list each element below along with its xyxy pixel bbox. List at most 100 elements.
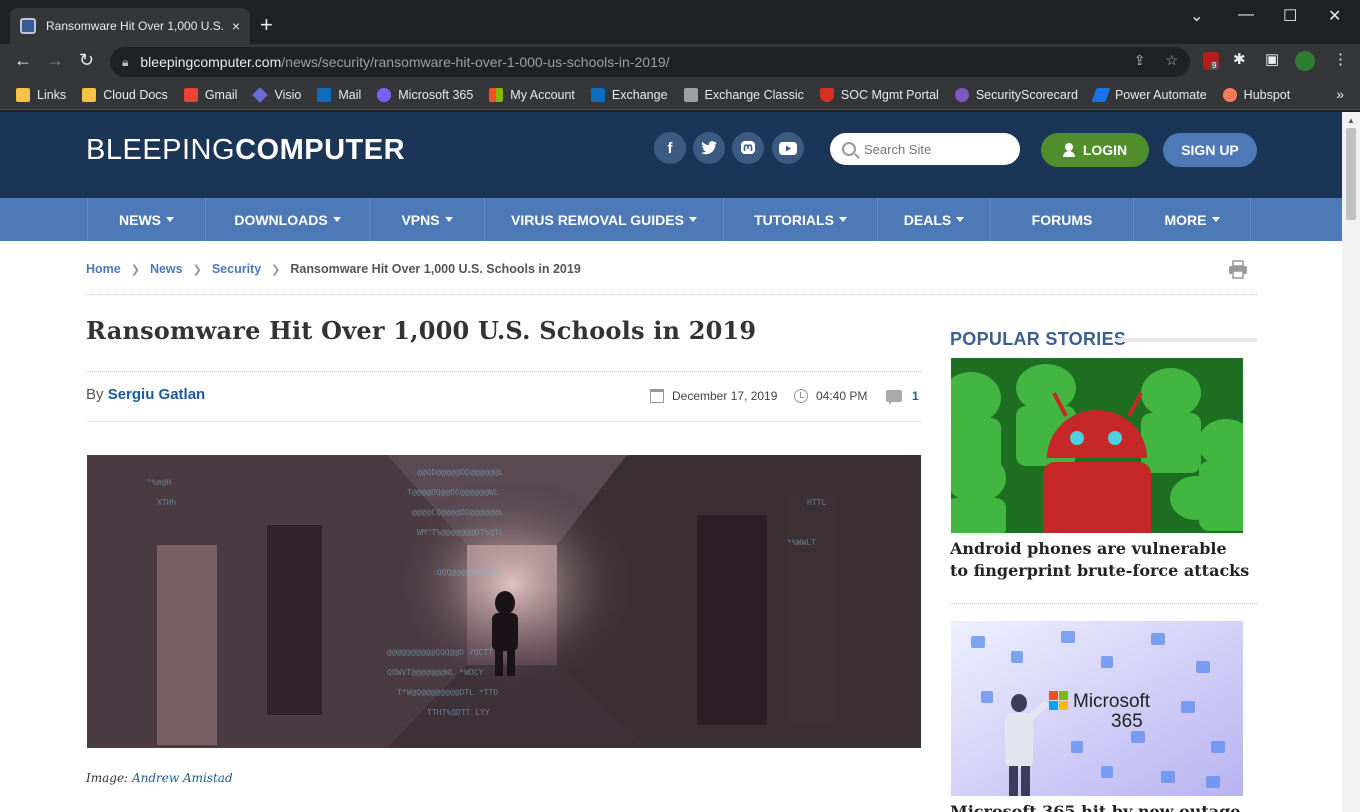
bookmark-exchange-classic[interactable]: Exchange Classic: [683, 87, 804, 102]
bookmark-star-icon[interactable]: ☆: [1165, 52, 1178, 69]
m365-icon: [377, 87, 392, 102]
scroll-up-icon[interactable]: ▲: [1347, 116, 1355, 125]
article-hero-image: @@QD@@@@@DD@@@@@@L T@@@@DQ@@DD@@@@@@WL @…: [87, 455, 921, 748]
maximize-icon[interactable]: ☐: [1283, 6, 1297, 26]
image-credit-link[interactable]: Andrew Amistad: [132, 771, 233, 785]
user-icon: [1062, 143, 1075, 157]
browser-toolbar: ← → ↻ 🔒︎ bleepingcomputer.com/news/secur…: [0, 44, 1360, 80]
twitter-icon[interactable]: [693, 132, 725, 164]
close-window-icon[interactable]: ✕: [1328, 6, 1341, 26]
nav-deals[interactable]: DEALS: [877, 198, 990, 241]
outlook-icon: [317, 87, 332, 102]
login-button[interactable]: LOGIN: [1041, 133, 1149, 167]
lock-icon[interactable]: 🔒︎: [122, 55, 128, 70]
visio-icon: [252, 86, 269, 103]
svg-text:QOWVT@@@@@@@WL *WOCY: QOWVT@@@@@@@WL *WOCY: [387, 668, 484, 677]
svg-text:^%m@H: ^%m@H: [147, 478, 171, 487]
nav-virus-removal-guides[interactable]: VIRUS REMOVAL GUIDES: [484, 198, 723, 241]
hallway-image: @@QD@@@@@DD@@@@@@L T@@@@DQ@@DD@@@@@@WL @…: [87, 455, 921, 748]
story-image-m365[interactable]: Microsoft 365: [951, 621, 1243, 796]
image-caption: Image: Andrew Amistad: [86, 771, 233, 785]
bookmark-cloud-docs[interactable]: Cloud Docs: [82, 87, 168, 102]
scrollbar-thumb[interactable]: [1346, 128, 1356, 220]
article-comments[interactable]: 1: [886, 389, 919, 405]
article-date: December 17, 2019: [650, 389, 777, 403]
share-icon[interactable]: ⇪: [1134, 52, 1146, 69]
browser-tab[interactable]: Ransomware Hit Over 1,000 U.S. ×: [10, 8, 250, 44]
main-navigation: NEWS DOWNLOADS VPNS VIRUS REMOVAL GUIDES…: [0, 198, 1342, 241]
nav-downloads[interactable]: DOWNLOADS: [205, 198, 369, 241]
chevron-down-icon: [166, 217, 174, 222]
nav-more[interactable]: MORE: [1133, 198, 1251, 241]
reload-icon[interactable]: ↻: [79, 50, 94, 71]
bookmark-exchange[interactable]: Exchange: [590, 87, 668, 102]
tab-search-icon[interactable]: ⌄: [1190, 6, 1203, 26]
signup-button[interactable]: SIGN UP: [1163, 133, 1257, 167]
m365-logo-number: 365: [1111, 711, 1143, 732]
bookmark-securityscorecard[interactable]: SecurityScorecard: [954, 87, 1078, 102]
heading-rule: [1116, 338, 1257, 342]
new-tab-button[interactable]: +: [260, 12, 273, 38]
search-input[interactable]: [864, 141, 1004, 157]
nav-forums[interactable]: FORUMS: [990, 198, 1133, 241]
forward-icon[interactable]: →: [46, 50, 64, 71]
hubspot-icon: [1222, 87, 1237, 102]
breadcrumb-home[interactable]: Home: [86, 262, 121, 276]
bookmarks-bar: Links Cloud Docs Gmail Visio Mail Micros…: [0, 80, 1360, 110]
bookmark-power-automate[interactable]: Power Automate: [1091, 87, 1207, 102]
print-icon[interactable]: [1228, 259, 1248, 279]
bookmark-hubspot[interactable]: Hubspot: [1222, 87, 1290, 102]
facebook-icon[interactable]: f: [654, 132, 686, 164]
minimize-icon[interactable]: —: [1238, 6, 1254, 24]
nav-vpns[interactable]: VPNS: [369, 198, 484, 241]
bookmark-my-account[interactable]: My Account: [489, 87, 575, 102]
back-icon[interactable]: ←: [14, 50, 32, 71]
microsoft-icon: [489, 87, 504, 102]
bookmark-soc-mgmt-portal[interactable]: SOC Mgmt Portal: [819, 87, 939, 102]
story-image-android[interactable]: [951, 358, 1243, 533]
profile-avatar[interactable]: [1295, 51, 1315, 71]
site-logo[interactable]: BLEEPINGCOMPUTER: [86, 134, 405, 167]
ublock-origin-icon[interactable]: 9: [1203, 52, 1219, 70]
story-title-link[interactable]: Microsoft 365 hit by new outage: [950, 801, 1250, 812]
bookmarks-overflow-icon[interactable]: »: [1336, 86, 1344, 102]
clock-icon: [794, 389, 808, 403]
site-favicon-icon: [20, 18, 36, 34]
extension-badge: 9: [1210, 61, 1219, 70]
chevron-right-icon: ❯: [271, 263, 281, 276]
bookmark-mail[interactable]: Mail: [317, 87, 361, 102]
chevron-down-icon: [838, 217, 847, 222]
side-panel-icon[interactable]: ▣: [1265, 50, 1279, 68]
breadcrumb-security[interactable]: Security: [212, 262, 261, 276]
scorecard-icon: [954, 87, 969, 102]
story-title-link[interactable]: Android phones are vulnerable to fingerp…: [950, 538, 1250, 582]
url-path: /news/security/ransomware-hit-over-1-000…: [281, 54, 670, 70]
tab-close-icon[interactable]: ×: [232, 18, 240, 34]
svg-text:WM^T%@@@@@@@DT%QTL: WM^T%@@@@@@@DT%QTL: [417, 528, 504, 537]
chevron-right-icon: ❯: [192, 263, 202, 276]
extensions-puzzle-icon[interactable]: ✱: [1233, 50, 1246, 68]
page-viewport: BLEEPINGCOMPUTER f LOGIN SIGN UP NEWS DO…: [0, 112, 1342, 812]
browser-menu-icon[interactable]: ⋮: [1333, 50, 1348, 68]
search-icon[interactable]: [842, 142, 856, 156]
bookmark-visio[interactable]: Visio: [252, 86, 301, 103]
android-robots-image: [951, 358, 1243, 533]
author-link[interactable]: Sergiu Gatlan: [108, 386, 206, 403]
bookmark-gmail[interactable]: Gmail: [183, 87, 237, 102]
mastodon-icon[interactable]: [732, 132, 764, 164]
nav-news[interactable]: NEWS: [87, 198, 205, 241]
breadcrumb-news[interactable]: News: [150, 262, 183, 276]
bookmark-links[interactable]: Links: [16, 87, 66, 102]
address-bar[interactable]: 🔒︎ bleepingcomputer.com/news/security/ra…: [110, 47, 1190, 77]
power-automate-icon: [1091, 87, 1111, 102]
m365-logo-text: Microsoft: [1073, 691, 1151, 712]
bookmark-microsoft-365[interactable]: Microsoft 365: [377, 87, 473, 102]
divider: [86, 371, 921, 372]
popular-stories-heading: POPULAR STORIES: [950, 329, 1127, 349]
tab-title: Ransomware Hit Over 1,000 U.S.: [46, 19, 224, 33]
page-icon: [683, 87, 698, 102]
nav-tutorials[interactable]: TUTORIALS: [723, 198, 877, 241]
article-time: 04:40 PM: [794, 389, 867, 403]
page-scrollbar[interactable]: ▲: [1342, 112, 1360, 812]
youtube-icon[interactable]: [772, 132, 804, 164]
